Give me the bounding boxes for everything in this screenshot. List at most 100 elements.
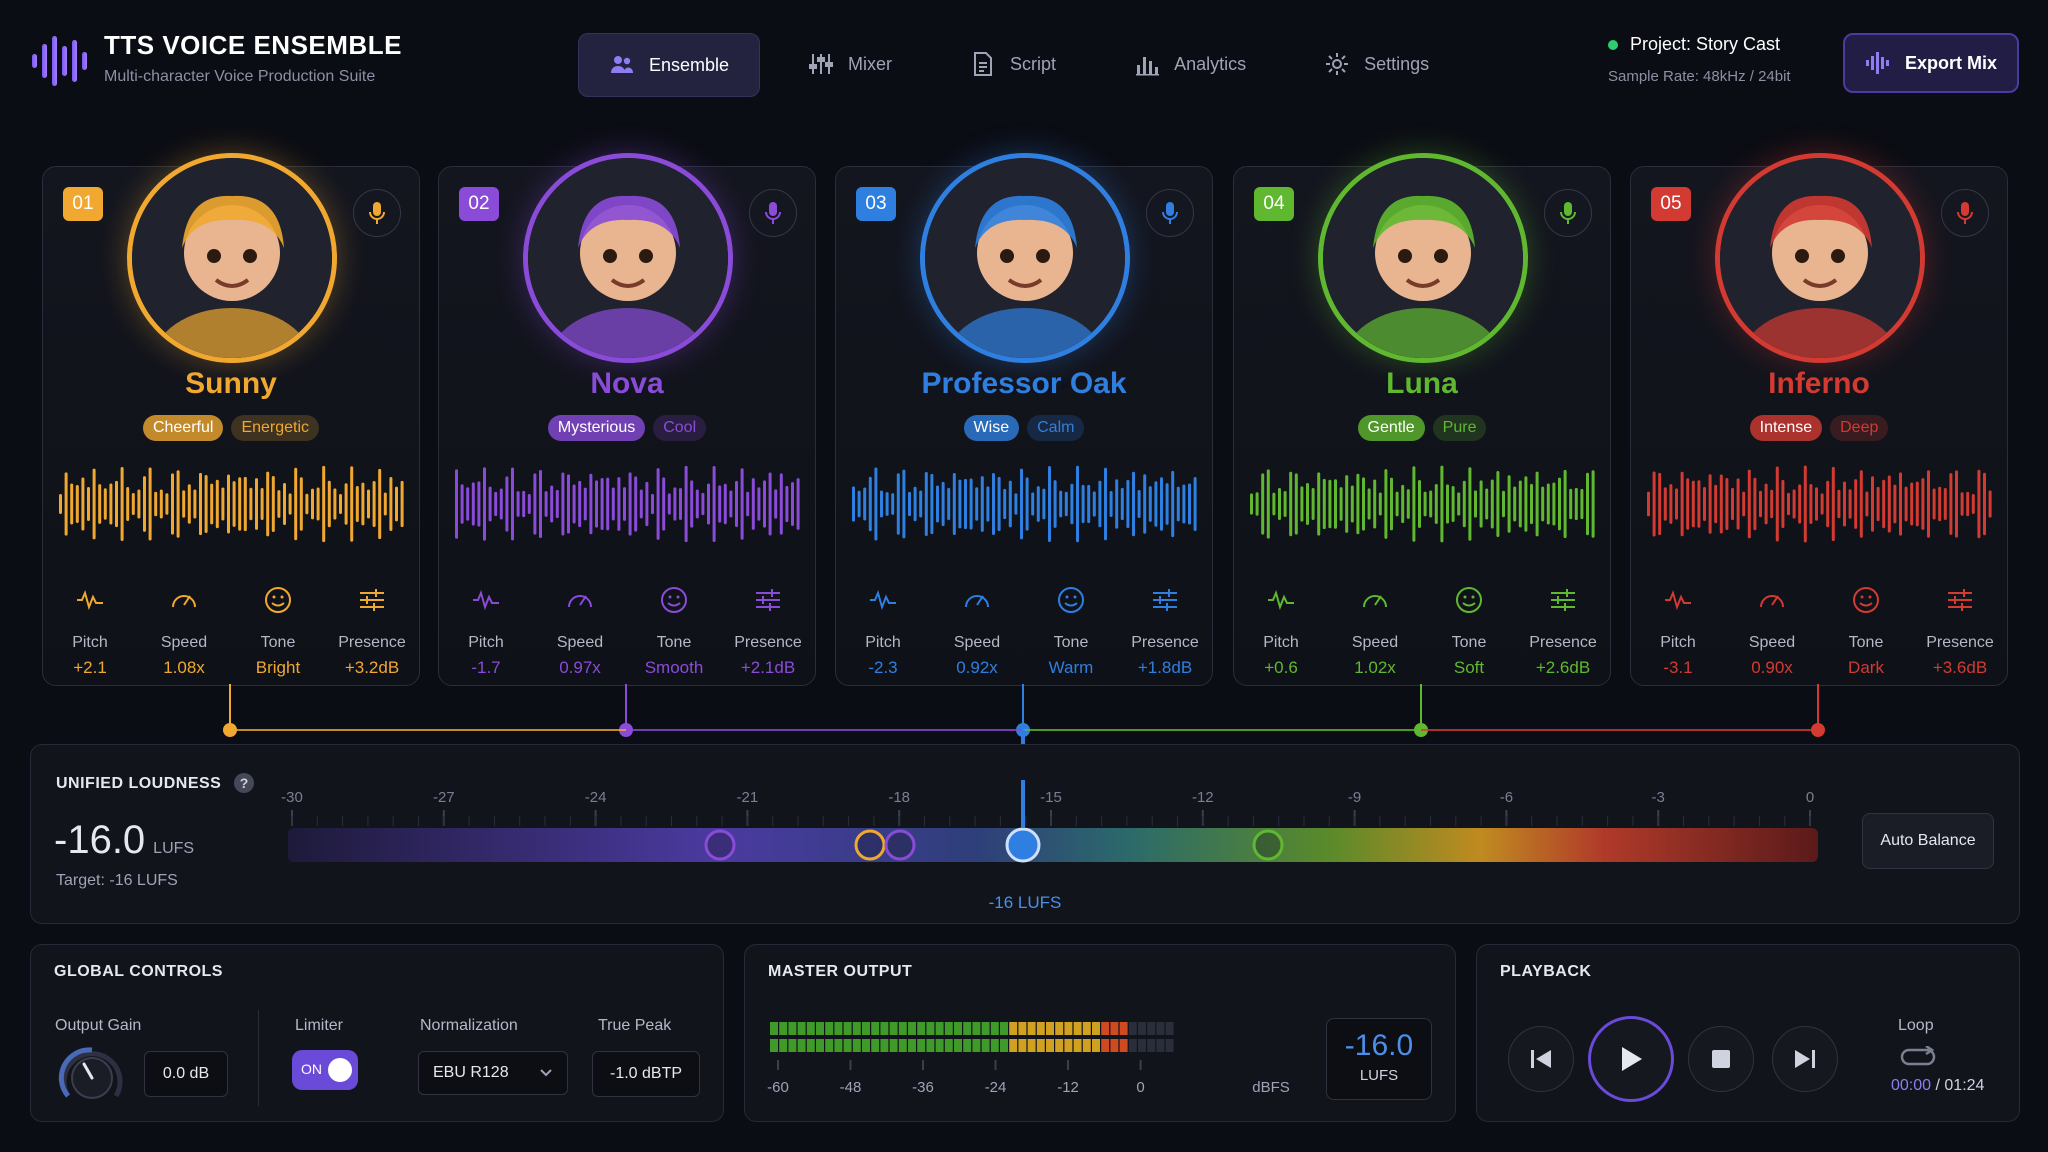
voice-level-knob[interactable] <box>854 829 886 861</box>
param-pitch[interactable]: Pitch -2.3 <box>836 585 930 678</box>
param-pitch[interactable]: Pitch +0.6 <box>1234 585 1328 678</box>
tab-ensemble[interactable]: Ensemble <box>578 33 761 97</box>
voice-card-inferno[interactable]: 05 Inferno Intense Deep Pitch -3.1 Speed 0.90x… <box>1630 153 2008 686</box>
waveform-bar <box>1798 484 1802 524</box>
waveform-bar <box>690 480 694 528</box>
meter-segment <box>972 1039 981 1052</box>
waveform-bar <box>361 482 365 526</box>
tab-mixer[interactable]: Mixer <box>778 33 922 95</box>
waveform-bar <box>751 478 755 530</box>
microphone-button[interactable] <box>1544 189 1592 237</box>
param-presence[interactable]: Presence +2.6dB <box>1516 585 1610 678</box>
param-speed[interactable]: Speed 0.92x <box>930 585 1024 678</box>
param-speed[interactable]: Speed 1.02x <box>1328 585 1422 678</box>
waveform-bar <box>1586 472 1589 536</box>
waveform-bar <box>1306 483 1309 525</box>
voice-level-knob[interactable] <box>1252 829 1284 861</box>
microphone-button[interactable] <box>749 189 797 237</box>
param-speed[interactable]: Speed 1.08x <box>137 585 231 678</box>
waveform-bar <box>623 487 626 521</box>
waveform-bar <box>1350 485 1354 523</box>
meter-segment <box>1165 1039 1174 1052</box>
waveform-bar <box>1014 493 1018 515</box>
waveform-bar <box>1580 488 1584 520</box>
param-tone[interactable]: Tone Smooth <box>627 585 721 678</box>
tab-settings[interactable]: Settings <box>1294 33 1459 95</box>
limiter-toggle[interactable]: ON <box>292 1050 358 1090</box>
waveform-bar <box>1513 486 1517 522</box>
output-gain-value[interactable]: 0.0 dB <box>144 1051 228 1097</box>
waveform-bar <box>896 473 900 535</box>
previous-button[interactable] <box>1508 1026 1574 1092</box>
param-pitch[interactable]: Pitch -3.1 <box>1631 585 1725 678</box>
output-gain-knob[interactable] <box>58 1044 126 1104</box>
meter-segment <box>1046 1039 1054 1052</box>
tab-label: Mixer <box>848 53 893 74</box>
voice-tag: Deep <box>1830 415 1889 441</box>
waveform-bar <box>533 473 537 535</box>
status-dot <box>1608 40 1618 51</box>
param-presence[interactable]: Presence +2.1dB <box>721 585 815 678</box>
param-tone[interactable]: Tone Dark <box>1819 585 1913 678</box>
waveform-bar <box>757 487 761 521</box>
param-pitch[interactable]: Pitch +2.1 <box>43 585 137 678</box>
meter-segment <box>1128 1022 1137 1035</box>
param-presence[interactable]: Presence +1.8dB <box>1118 585 1212 678</box>
param-tone[interactable]: Tone Soft <box>1422 585 1516 678</box>
waveform-bar <box>1020 468 1023 540</box>
waveform-bar <box>1446 484 1449 524</box>
voice-card-sunny[interactable]: 01 Sunny Cheerful Energetic Pitch +2.1 Speed 1… <box>42 153 420 686</box>
waveform-bar <box>791 482 794 526</box>
help-icon[interactable]: ? <box>234 773 255 793</box>
param-value: +2.1 <box>73 658 107 677</box>
microphone-button[interactable] <box>1146 189 1194 237</box>
tab-script[interactable]: Script <box>940 33 1086 95</box>
param-speed[interactable]: Speed 0.90x <box>1725 585 1819 678</box>
normalization-label: Normalization <box>420 1017 518 1034</box>
meter-segment <box>880 1022 889 1035</box>
playback-time: 00:00 / 01:24 <box>1891 1077 1985 1094</box>
play-button[interactable] <box>1588 1016 1674 1102</box>
param-presence[interactable]: Presence +3.2dB <box>325 585 419 678</box>
character-portrait-icon <box>528 158 728 358</box>
loudness-tick-label: -21 <box>737 789 759 806</box>
loop-icon[interactable] <box>1898 1046 1938 1068</box>
waveform-bar <box>1384 469 1388 539</box>
param-speed[interactable]: Speed 0.97x <box>533 585 627 678</box>
meter-segment <box>1027 1039 1036 1052</box>
smiley-icon <box>265 587 291 613</box>
waveform-bar <box>59 494 62 514</box>
meter-segment <box>1073 1039 1082 1052</box>
header: TTS VOICE ENSEMBLE Multi-character Voice… <box>0 0 2048 130</box>
microphone-button[interactable] <box>353 189 401 237</box>
waveform-bar <box>1960 492 1964 516</box>
param-presence[interactable]: Presence +3.6dB <box>1913 585 2007 678</box>
waveform-bar <box>1474 490 1477 518</box>
waveform-bar <box>137 489 141 519</box>
output-gain-label: Output Gain <box>55 1017 142 1034</box>
voice-level-knob[interactable] <box>704 829 736 861</box>
waveform-bar <box>1300 486 1304 522</box>
param-tone[interactable]: Tone Bright <box>231 585 325 678</box>
export-mix-button[interactable]: Export Mix <box>1843 33 2019 93</box>
waveform-bar <box>1322 478 1326 530</box>
microphone-button[interactable] <box>1941 189 1989 237</box>
param-value: Bright <box>255 658 301 677</box>
voice-tag: Wise <box>963 415 1020 441</box>
voice-card-professor-oak[interactable]: 03 Professor Oak Wise Calm Pitch -2.3 Speed 0.… <box>835 153 1213 686</box>
stop-button[interactable] <box>1688 1026 1754 1092</box>
voice-card-nova[interactable]: 02 Nova Mysterious Cool Pitch -1.7 Speed 0.97x… <box>438 153 816 686</box>
waveform-bar <box>1675 488 1678 520</box>
param-pitch[interactable]: Pitch -1.7 <box>439 585 533 678</box>
normalization-select[interactable]: EBU R128 <box>418 1051 568 1095</box>
auto-balance-button[interactable]: Auto Balance <box>1862 813 1994 869</box>
true-peak-value[interactable]: -1.0 dBTP <box>592 1051 700 1097</box>
voice-card-luna[interactable]: 04 Luna Gentle Pure Pitch +0.6 Speed 1.02x Tone… <box>1233 153 1611 686</box>
tab-analytics[interactable]: Analytics <box>1104 33 1276 95</box>
next-button[interactable] <box>1772 1026 1838 1092</box>
param-tone[interactable]: Tone Warm <box>1024 585 1118 678</box>
waveform-bar <box>477 481 481 527</box>
voice-level-knob[interactable] <box>884 829 916 861</box>
waveform-bar <box>1479 480 1483 528</box>
voice-level-knob[interactable] <box>1005 827 1041 863</box>
